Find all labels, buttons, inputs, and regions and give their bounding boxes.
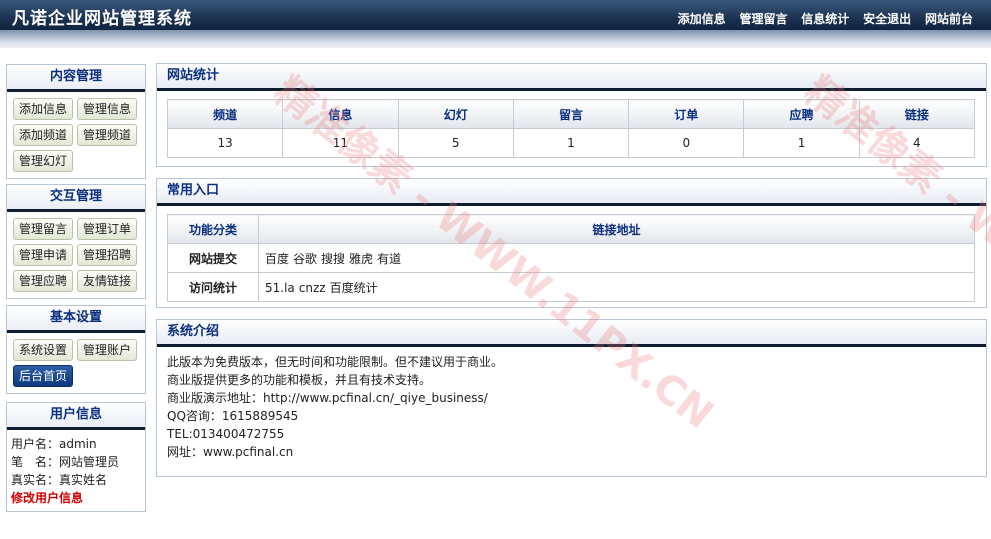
- manage-applicants-button[interactable]: 管理应聘: [13, 270, 73, 292]
- entries-row-links: 百度 谷歌 搜搜 雅虎 有道: [258, 243, 975, 273]
- intro-line: 商业版提供更多的功能和模板，并且有技术支持。: [167, 373, 432, 387]
- friend-links-button[interactable]: 友情链接: [77, 270, 137, 292]
- manage-account-button[interactable]: 管理账户: [77, 339, 137, 361]
- manage-applications-button[interactable]: 管理申请: [13, 244, 73, 266]
- stats-header-applicants: 应聘: [743, 99, 860, 129]
- add-info-button[interactable]: 添加信息: [13, 98, 73, 120]
- intro-line: 网址：www.pcfinal.cn: [167, 445, 294, 459]
- top-header: 凡诺企业网站管理系统 添加信息 管理留言 信息统计 安全退出 网站前台: [0, 0, 991, 30]
- intro-text: 此版本为免费版本，但无时间和功能限制。但不建议用于商业。 商业版提供更多的功能和…: [157, 347, 986, 467]
- link-youdao[interactable]: 有道: [377, 252, 401, 266]
- intro-line: 此版本为免费版本，但无时间和功能限制。但不建议用于商业。: [167, 355, 504, 369]
- manage-channel-button[interactable]: 管理频道: [77, 124, 137, 146]
- intro-line: TEL:013400472755: [167, 427, 285, 441]
- stats-value-orders: 0: [628, 128, 745, 158]
- intro-panel: 系统介绍 此版本为免费版本，但无时间和功能限制。但不建议用于商业。 商业版提供更…: [156, 319, 987, 477]
- entries-row-category: 网站提交: [167, 243, 259, 273]
- table-row: 网站提交 百度 谷歌 搜搜 雅虎 有道: [167, 243, 975, 273]
- entries-header-category: 功能分类: [167, 214, 259, 244]
- stats-value-info: 11: [282, 128, 399, 158]
- add-channel-button[interactable]: 添加频道: [13, 124, 73, 146]
- stats-header-links: 链接: [858, 99, 976, 129]
- stats-value-channel: 13: [166, 128, 284, 158]
- stats-header-messages: 留言: [512, 99, 630, 129]
- entries-title: 常用入口: [157, 179, 986, 206]
- stats-title: 网站统计: [157, 64, 986, 91]
- top-nav: 添加信息 管理留言 信息统计 安全退出 网站前台: [668, 10, 973, 27]
- sidebar-user-title: 用户信息: [7, 403, 145, 430]
- manage-orders-button[interactable]: 管理订单: [77, 218, 137, 240]
- entries-header-row: 功能分类 链接地址: [167, 214, 975, 244]
- link-51la[interactable]: 51.la: [265, 281, 295, 295]
- user-realname: 真实名：真实姓名: [11, 473, 108, 487]
- sidebar-interaction-title: 交互管理: [7, 185, 145, 212]
- entries-table: 功能分类 链接地址 网站提交 百度 谷歌 搜搜 雅虎 有道 访问统计 51.la cnzz…: [167, 214, 975, 302]
- stats-header-info: 信息: [282, 99, 399, 129]
- sidebar-user-box: 用户信息 用户名：admin 笔 名：网站管理员 真实名：真实姓名 修改用户信息: [6, 402, 146, 512]
- entries-panel: 常用入口 功能分类 链接地址 网站提交 百度 谷歌 搜搜 雅虎 有道 访问统计 51.l…: [156, 178, 987, 308]
- stats-header-row: 频道 信息 幻灯 留言 订单 应聘 链接: [166, 99, 976, 129]
- intro-line: QQ咨询：1615889545: [167, 409, 299, 423]
- user-nickname: 笔 名：网站管理员: [11, 455, 120, 469]
- nav-frontend[interactable]: 网站前台: [925, 12, 973, 26]
- stats-panel: 网站统计 频道 信息 幻灯 留言 订单 应聘 链接 13 11 5 1 0 1 …: [156, 63, 987, 167]
- link-baidu-tongji[interactable]: 百度统计: [330, 281, 378, 295]
- nav-add-info[interactable]: 添加信息: [678, 12, 726, 26]
- table-row: 访问统计 51.la cnzz 百度统计: [167, 272, 975, 302]
- edit-user-link[interactable]: 修改用户信息: [11, 489, 141, 507]
- stats-header-slides: 幻灯: [397, 99, 514, 129]
- entries-header-links: 链接地址: [258, 214, 975, 244]
- nav-manage-messages[interactable]: 管理留言: [739, 12, 787, 26]
- intro-title: 系统介绍: [157, 320, 986, 347]
- app-title: 凡诺企业网站管理系统: [12, 9, 192, 29]
- sidebar-settings-title: 基本设置: [7, 306, 145, 333]
- intro-line: 商业版演示地址：http://www.pcfinal.cn/_qiye_busi…: [167, 391, 488, 405]
- sidebar-content-title: 内容管理: [7, 65, 145, 92]
- manage-recruitment-button[interactable]: 管理招聘: [77, 244, 137, 266]
- admin-home-button[interactable]: 后台首页: [13, 365, 73, 387]
- stats-table: 频道 信息 幻灯 留言 订单 应聘 链接 13 11 5 1 0 1 4: [166, 99, 976, 158]
- link-soso[interactable]: 搜搜: [321, 252, 345, 266]
- nav-logout[interactable]: 安全退出: [863, 12, 911, 26]
- sidebar-content-box: 内容管理 添加信息 管理信息 添加频道 管理频道 管理幻灯: [6, 64, 146, 179]
- system-settings-button[interactable]: 系统设置: [13, 339, 73, 361]
- entries-row-links: 51.la cnzz 百度统计: [258, 272, 975, 302]
- manage-info-button[interactable]: 管理信息: [77, 98, 137, 120]
- sidebar-settings-box: 基本设置 系统设置 管理账户 后台首页: [6, 305, 146, 394]
- header-subbar: [0, 30, 991, 48]
- stats-header-orders: 订单: [628, 99, 745, 129]
- link-cnzz[interactable]: cnzz: [299, 281, 326, 295]
- link-baidu[interactable]: 百度: [265, 252, 289, 266]
- sidebar-interaction-box: 交互管理 管理留言 管理订单 管理申请 管理招聘 管理应聘 友情链接: [6, 184, 146, 299]
- user-username: 用户名：admin: [11, 437, 97, 451]
- stats-value-links: 4: [858, 128, 976, 158]
- stats-value-row: 13 11 5 1 0 1 4: [166, 128, 976, 158]
- manage-messages-button[interactable]: 管理留言: [13, 218, 73, 240]
- stats-value-applicants: 1: [743, 128, 860, 158]
- link-yahoo[interactable]: 雅虎: [349, 252, 373, 266]
- manage-slides-button[interactable]: 管理幻灯: [13, 150, 73, 172]
- stats-header-channel: 频道: [166, 99, 284, 129]
- link-google[interactable]: 谷歌: [293, 252, 317, 266]
- entries-row-category: 访问统计: [167, 272, 259, 302]
- stats-value-messages: 1: [512, 128, 630, 158]
- stats-value-slides: 5: [397, 128, 514, 158]
- nav-statistics[interactable]: 信息统计: [801, 12, 849, 26]
